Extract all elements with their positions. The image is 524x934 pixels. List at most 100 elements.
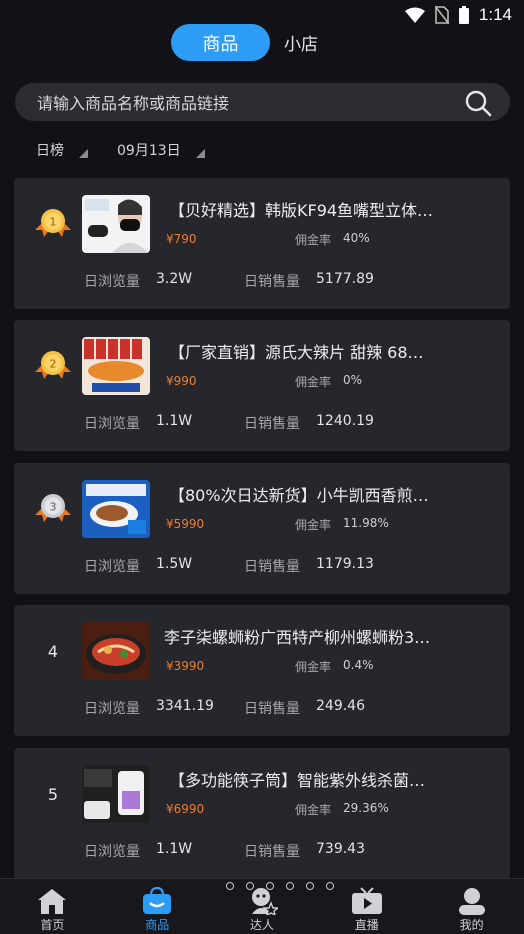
- medal-rank: 3: [50, 501, 57, 514]
- silver-medal-icon: 3: [35, 494, 71, 522]
- product-price: ¥6990: [166, 802, 205, 816]
- nav-home[interactable]: 首页: [0, 879, 105, 934]
- gold-medal-icon: 1: [35, 209, 71, 237]
- daily-views-value: 3.2W: [156, 271, 193, 287]
- page-dot: [226, 882, 234, 890]
- dropdown-triangle-icon: [195, 148, 205, 158]
- daily-sales-label: 日销售量: [244, 844, 300, 860]
- commission-rate-label: 佣金率: [295, 375, 332, 389]
- gold-medal-icon: 2: [35, 351, 71, 379]
- daily-views-value: 3341.19: [156, 698, 214, 714]
- rank-number: 4: [47, 642, 59, 661]
- product-title[interactable]: 【多功能筷子筒】智能紫外线杀菌…: [169, 767, 499, 791]
- medal-rank: 1: [50, 216, 57, 229]
- wifi-icon: [404, 7, 425, 23]
- battery-icon: [458, 6, 469, 24]
- daily-sales-value: 5177.89: [316, 271, 374, 287]
- spicy-strip-product-image: [82, 337, 150, 395]
- page-dot: [306, 882, 314, 890]
- product-title[interactable]: 【80%次日达新货】小牛凯西香煎…: [169, 482, 499, 506]
- period-filter-label: 日榜: [36, 143, 64, 159]
- no-sim-icon: [434, 6, 449, 24]
- medal-rank: 2: [50, 358, 57, 371]
- daily-views-label: 日浏览量: [84, 274, 140, 290]
- search-icon[interactable]: [464, 89, 492, 117]
- product-title[interactable]: 【厂家直销】源氏大辣片 甜辣 68…: [169, 339, 499, 363]
- product-price: ¥5990: [166, 517, 205, 531]
- product-thumbnail[interactable]: [82, 765, 150, 823]
- daily-views-label: 日浏览量: [84, 701, 140, 717]
- period-filter[interactable]: 日榜: [36, 138, 88, 162]
- nav-home-label: 首页: [40, 918, 65, 932]
- nav-profile[interactable]: 我的: [419, 879, 524, 934]
- status-time: 1:14: [478, 5, 512, 24]
- commission-rate-label: 佣金率: [295, 518, 332, 532]
- product-price: ¥3990: [166, 659, 205, 673]
- talent-icon: [251, 888, 278, 915]
- nav-live-label: 直播: [354, 918, 379, 932]
- commission-rate-value: 40%: [343, 231, 370, 245]
- product-card[interactable]: 1 【贝好精选】韩版KF94鱼嘴型立体… ¥790 佣金率 40% 日浏览量 3…: [14, 178, 510, 309]
- commission-rate-value: 11.98%: [343, 516, 389, 530]
- daily-views-value: 1.1W: [156, 841, 193, 857]
- profile-icon: [458, 888, 485, 915]
- commission-rate-value: 0.4%: [343, 658, 374, 672]
- daily-sales-value: 1240.19: [316, 413, 374, 429]
- daily-views-value: 1.1W: [156, 413, 193, 429]
- daily-views-label: 日浏览量: [84, 416, 140, 432]
- product-price: ¥990: [166, 374, 197, 388]
- page-dot: [326, 882, 334, 890]
- product-thumbnail[interactable]: [82, 480, 150, 538]
- daily-views-label: 日浏览量: [84, 559, 140, 575]
- commission-rate-value: 0%: [343, 373, 363, 387]
- steak-product-image: [82, 480, 150, 538]
- product-price: ¥790: [166, 232, 197, 246]
- commission-rate-label: 佣金率: [295, 660, 332, 674]
- product-thumbnail[interactable]: [82, 337, 150, 395]
- search-input[interactable]: 请输入商品名称或商品链接: [15, 83, 510, 121]
- daily-sales-label: 日销售量: [244, 416, 300, 432]
- page-indicator: [226, 882, 334, 890]
- daily-sales-label: 日销售量: [244, 701, 300, 717]
- page-dot: [246, 882, 254, 890]
- product-card[interactable]: 2 【厂家直销】源氏大辣片 甜辣 68… ¥990 佣金率 0% 日浏览量 1.…: [14, 320, 510, 451]
- shopping-bag-icon: [143, 887, 172, 914]
- date-filter[interactable]: 09月13日: [117, 138, 205, 162]
- daily-sales-value: 249.46: [316, 698, 365, 714]
- page-dot: [286, 882, 294, 890]
- daily-sales-value: 1179.13: [316, 556, 374, 572]
- dropdown-triangle-icon: [79, 148, 88, 158]
- commission-rate-label: 佣金率: [295, 233, 332, 247]
- product-card[interactable]: 4 李子柒螺蛳粉广西特产柳州螺蛳粉3… ¥3990 佣金率 0.4% 日浏览量 …: [14, 605, 510, 736]
- daily-views-label: 日浏览量: [84, 844, 140, 860]
- product-card[interactable]: 5 【多功能筷子筒】智能紫外线杀菌… ¥6990 佣金率 29.36% 日浏览量…: [14, 748, 510, 879]
- commission-rate-value: 29.36%: [343, 801, 389, 815]
- mask-product-image: [82, 195, 150, 253]
- nav-talent-label: 达人: [249, 918, 274, 932]
- product-card[interactable]: 3 【80%次日达新货】小牛凯西香煎… ¥5990 佣金率 11.98% 日浏览…: [14, 463, 510, 594]
- product-title[interactable]: 【贝好精选】韩版KF94鱼嘴型立体…: [169, 197, 499, 221]
- commission-rate-label: 佣金率: [295, 803, 332, 817]
- product-thumbnail[interactable]: [82, 622, 150, 680]
- nav-goods[interactable]: 商品: [105, 879, 210, 934]
- daily-sales-label: 日销售量: [244, 559, 300, 575]
- product-thumbnail[interactable]: [82, 195, 150, 253]
- home-icon: [38, 889, 67, 914]
- search-placeholder: 请输入商品名称或商品链接: [37, 94, 230, 113]
- tab-goods[interactable]: 商品: [171, 24, 270, 61]
- rank-number: 5: [47, 785, 59, 804]
- daily-sales-label: 日销售量: [244, 274, 300, 290]
- daily-sales-value: 739.43: [316, 841, 365, 857]
- nav-profile-label: 我的: [459, 918, 484, 932]
- rice-noodle-product-image: [82, 622, 150, 680]
- product-title[interactable]: 李子柒螺蛳粉广西特产柳州螺蛳粉3…: [164, 624, 494, 648]
- date-filter-label: 09月13日: [117, 143, 181, 159]
- tab-shop[interactable]: 小店: [284, 24, 318, 61]
- nav-goods-label: 商品: [145, 918, 170, 932]
- top-tabs: 商品 小店: [0, 24, 524, 62]
- daily-views-value: 1.5W: [156, 556, 193, 572]
- chopstick-holder-product-image: [82, 765, 150, 823]
- status-icons: 1:14: [404, 5, 512, 25]
- page-dot: [266, 882, 274, 890]
- live-tv-icon: [351, 887, 382, 914]
